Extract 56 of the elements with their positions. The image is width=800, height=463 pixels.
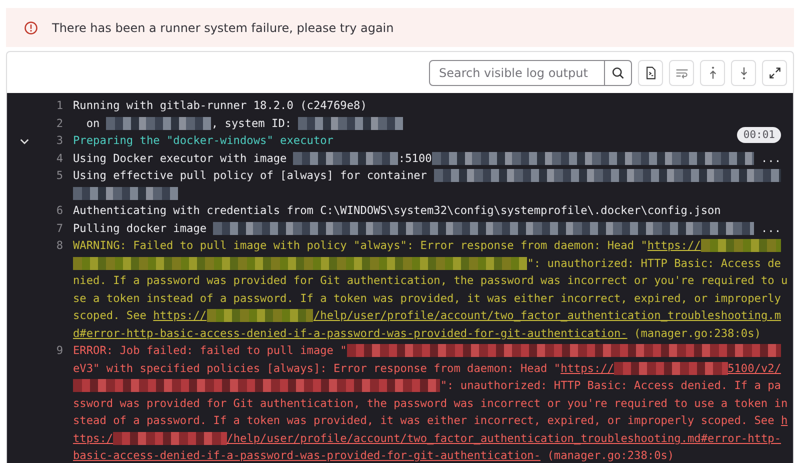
- log-text: Pulling docker image: [73, 220, 208, 236]
- log-text: Authenticating with credentials from C:\WINDOWS\system32\config\systemprofile\.docker\config.json: [73, 203, 721, 219]
- chevron-icon[interactable]: [19, 136, 30, 147]
- line-number: 7: [56, 220, 63, 236]
- log-text: ": unauthorized: HTTP Basic: Access de: [527, 256, 781, 272]
- line-number: 4: [56, 150, 63, 166]
- scroll-bottom-button[interactable]: [731, 60, 756, 86]
- log-link[interactable]: 5100/v2/: [728, 360, 781, 377]
- log-text: se a token instead of a password. If a token was provided, it was either incorrect, expired, or improperly: [73, 290, 781, 306]
- log-link[interactable]: https://: [560, 360, 614, 377]
- line-number: 2: [56, 116, 63, 132]
- log-text: ssword was provided for Git authentication, the password was incorrect or you're required to use a token in: [73, 396, 788, 412]
- log-text: stead of a password. If a token was provided, it was either incorrect, expired, or improperly scoped. See: [73, 413, 776, 429]
- line-number: 6: [56, 203, 63, 219]
- log-link[interactable]: https://: [153, 307, 207, 324]
- log-text: scoped. See: [73, 308, 148, 324]
- log-text: Running with gitlab-runner 18.2.0 (c24769e8): [73, 98, 367, 114]
- log-text: WARNING: Failed to pull image with policy "always": Error response from daemon: Head ": [73, 238, 648, 254]
- log-link[interactable]: basic-access-denied-if-a-password-was-provided-for-git-authentication-: [73, 447, 541, 463]
- log-text: Preparing the "docker-windows" executor: [73, 133, 334, 149]
- log-text: ": unauthorized: HTTP Basic: Access denied. If a pa: [440, 378, 781, 394]
- log-text: , system ID:: [211, 116, 293, 132]
- log-text: (manager.go:238:0s): [633, 326, 761, 342]
- log-text: ...: [760, 150, 781, 166]
- line-number: 3: [56, 133, 63, 149]
- search-icon: [611, 66, 625, 80]
- log-text: :5100: [398, 150, 432, 166]
- alert-message: There has been a runner system failure, please try again: [52, 20, 394, 34]
- log-text: ...: [760, 220, 781, 236]
- search-field[interactable]: Search visible log output: [429, 60, 605, 86]
- line-number: 1: [56, 98, 63, 114]
- expand-icon: [768, 66, 782, 80]
- log-text: (manager.go:238:0s): [546, 448, 674, 463]
- scroll-top-button[interactable]: [700, 60, 725, 86]
- log-text: Using Docker executor with image: [73, 150, 288, 166]
- fullscreen-button[interactable]: [762, 60, 787, 86]
- log-text: ERROR: Job failed: failed to pull image ": [73, 343, 347, 359]
- line-number: 5: [56, 168, 63, 184]
- log-text: on: [85, 116, 101, 132]
- log-text: eV3" with specified policies [always]: Error response from daemon: Head ": [73, 360, 561, 376]
- log-text: Using effective pull policy of [always] for container: [73, 168, 428, 184]
- duration-badge: 00:01: [737, 127, 781, 143]
- log-link[interactable]: d#error-http-basic-access-denied-if-a-password-was-provided-for-git-authentication-: [73, 324, 628, 342]
- log-link[interactable]: h: [780, 412, 788, 430]
- log-link[interactable]: ttps:/: [73, 430, 114, 447]
- document-icon: [644, 66, 658, 80]
- line-number: 9: [56, 343, 63, 359]
- log-link[interactable]: /help/user/profile/account/two_factor_authentication_troubleshooting.md#error-http-: [226, 430, 781, 447]
- search-button[interactable]: [605, 60, 632, 86]
- log-text: nied. If a password was provided for Git authentication, the password was incorrect or you're required to u: [73, 273, 788, 289]
- wrap-lines-button[interactable]: [669, 60, 694, 86]
- line-number: 8: [56, 238, 63, 254]
- warning-icon: [24, 20, 38, 34]
- log-link[interactable]: /help/user/profile/account/two_factor_authentication_troubleshooting.m: [313, 307, 781, 324]
- log-link[interactable]: https://: [647, 237, 701, 254]
- raw-log-button[interactable]: [638, 60, 663, 86]
